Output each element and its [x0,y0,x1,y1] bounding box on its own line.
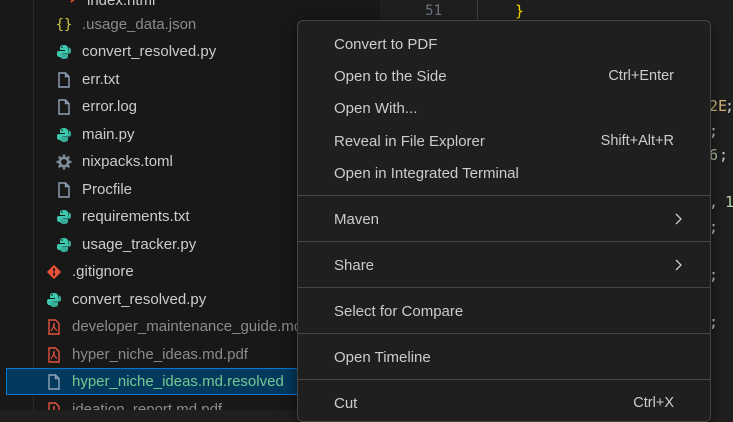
json-icon: {} [55,16,73,33]
code-fragment: ; [725,97,733,115]
menu-item-convert-to-pdf[interactable]: Convert to PDF [303,29,705,59]
code-brace: } [515,2,525,20]
code-fragment: ; [719,146,729,164]
menu-item-select-for-compare[interactable]: Select for Compare [303,296,705,326]
gear-icon [55,153,73,171]
python-icon [55,208,73,226]
shortcut-label: Shift+Alt+R [600,133,674,149]
shortcut-label: Ctrl+X [633,395,674,411]
python-icon [55,126,73,144]
chevron-right-icon [671,212,685,226]
menu-item-open-to-the-side[interactable]: Open to the Side Ctrl+Enter [303,61,705,91]
context-menu: Convert to PDF Open to the Side Ctrl+Ent… [297,20,711,422]
html-icon [60,0,78,10]
menu-item-open-in-integrated-terminal[interactable]: Open in Integrated Terminal [303,158,705,188]
menu-separator [298,195,710,196]
chevron-right-icon [671,258,685,272]
code-fragment: 1 [725,193,733,211]
python-icon [55,236,73,254]
menu-item-open-timeline[interactable]: Open Timeline [303,342,705,372]
git-icon [45,263,63,281]
python-icon [55,43,73,61]
menu-separator [298,379,710,380]
shortcut-label: Ctrl+Enter [608,68,674,84]
file-icon [55,98,73,116]
pdf-icon [45,401,63,410]
file-icon [55,181,73,199]
menu-separator [298,241,710,242]
pdf-icon [45,346,63,364]
menu-separator [298,333,710,334]
menu-item-maven[interactable]: Maven [303,204,705,234]
menu-separator [298,287,710,288]
line-number: 51 [425,3,442,19]
file-icon [55,71,73,89]
menu-item-share[interactable]: Share [303,250,705,280]
pdf-icon [45,318,63,336]
menu-item-cut[interactable]: Cut Ctrl+X [303,388,705,418]
file-icon [45,373,63,391]
menu-item-reveal-in-file-explorer[interactable]: Reveal in File Explorer Shift+Alt+R [303,126,705,156]
menu-item-open-with[interactable]: Open With... [303,93,705,123]
indent-guide [477,0,478,20]
python-icon [45,291,63,309]
